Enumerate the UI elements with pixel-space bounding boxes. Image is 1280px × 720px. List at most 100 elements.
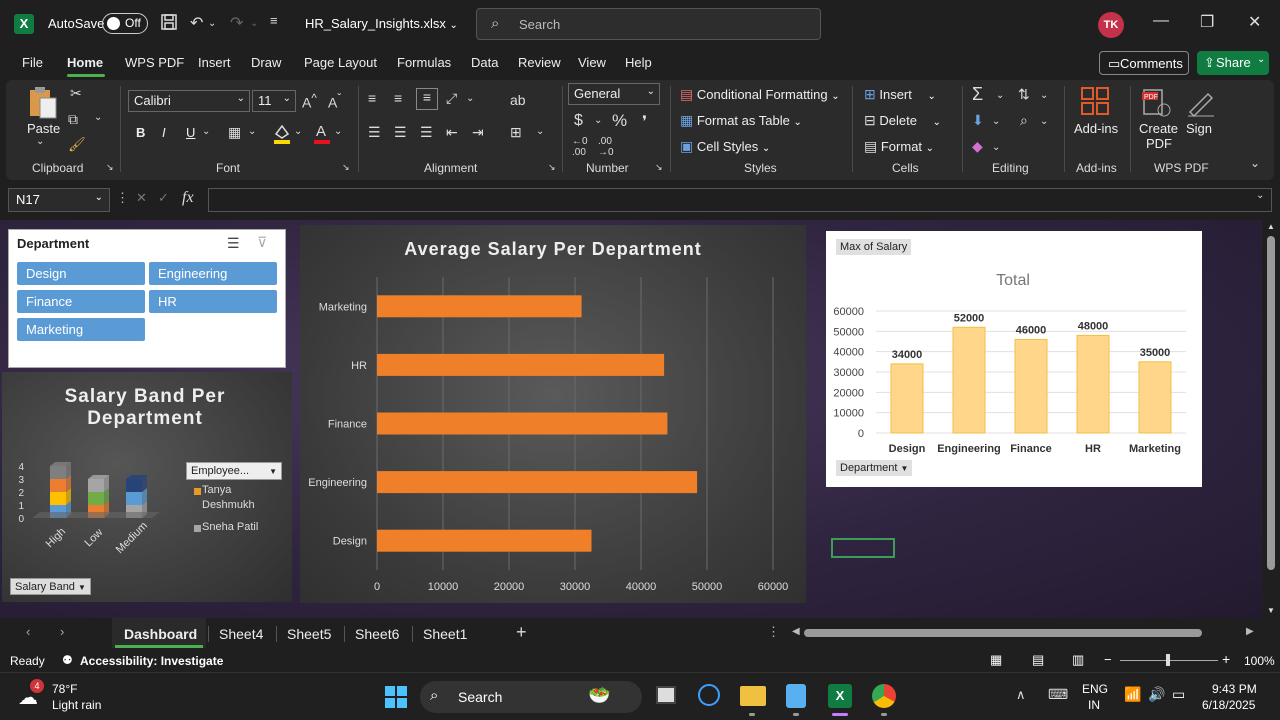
zoom-slider-thumb[interactable] [1166, 654, 1170, 666]
chrome-icon[interactable] [872, 684, 896, 708]
zoom-in-icon[interactable]: + [1222, 651, 1230, 667]
paste-dropdown-icon[interactable]: ⌄ [36, 136, 44, 147]
max-salary-chart[interactable]: Max of Salary Total 0 10000 20000 30000 40000… [826, 231, 1202, 487]
salary-band-field-button[interactable]: Salary Band ▼ [10, 578, 91, 595]
expand-formula-icon[interactable]: ⌄ [1256, 190, 1264, 201]
comma-style-icon[interactable]: ❜ [642, 112, 647, 132]
restore-icon[interactable]: ❐ [1200, 12, 1214, 32]
tab-dashboard[interactable]: Dashboard [124, 626, 197, 642]
copy-icon[interactable]: ⧉ [68, 111, 78, 128]
font-name-dropdown[interactable]: Calibri ⌄ [128, 90, 250, 112]
format-as-table-button[interactable]: ▦ Format as Table ⌄ [680, 112, 802, 129]
clear-dropdown-icon[interactable]: ⌄ [992, 142, 1000, 153]
slicer-item-marketing[interactable]: Marketing [17, 318, 145, 341]
underline-dropdown-icon[interactable]: ⌄ [202, 126, 210, 137]
decrease-font-icon[interactable]: Aˇ [328, 92, 341, 111]
average-salary-chart[interactable]: Average Salary Per Department 0 10000 20000… [300, 225, 806, 603]
menu-file[interactable]: File [22, 55, 43, 70]
menu-insert[interactable]: Insert [198, 55, 231, 70]
language-region[interactable]: IN [1088, 698, 1100, 712]
menu-help[interactable]: Help [625, 55, 652, 70]
customize-toolbar-icon[interactable]: ≡ [270, 13, 278, 28]
scroll-left-icon[interactable]: ◀ [792, 626, 800, 637]
conditional-formatting-button[interactable]: ▤ Conditional Formatting ⌄ [680, 86, 840, 103]
paste-icon[interactable] [26, 86, 60, 122]
scroll-thumb[interactable] [1267, 236, 1275, 570]
autosum-dropdown-icon[interactable]: ⌄ [996, 90, 1004, 101]
currency-icon[interactable]: $ [574, 112, 583, 130]
fill-color-dropdown-icon[interactable]: ⌄ [294, 126, 302, 137]
menu-draw[interactable]: Draw [251, 55, 281, 70]
slicer-item-finance[interactable]: Finance [17, 290, 145, 313]
wifi-icon[interactable]: 📶 [1124, 686, 1141, 703]
font-color-icon[interactable]: A [312, 122, 332, 147]
multi-select-icon[interactable]: ☰ [227, 235, 240, 252]
autosave-toggle[interactable]: Off [102, 13, 148, 34]
format-painter-icon[interactable]: 🖌 [68, 136, 86, 153]
find-dropdown-icon[interactable]: ⌄ [1040, 116, 1048, 127]
slicer-item-hr[interactable]: HR [149, 290, 277, 313]
tab-sheet4[interactable]: Sheet4 [219, 626, 263, 642]
insert-function-icon[interactable]: fx [182, 189, 194, 207]
autosum-icon[interactable]: Σ [972, 84, 983, 105]
fill-color-icon[interactable] [272, 122, 292, 147]
cell-styles-button[interactable]: ▣ Cell Styles ⌄ [680, 138, 770, 155]
prev-sheet-icon[interactable]: ‹ [26, 624, 30, 639]
merge-center-icon[interactable]: ⊞ [510, 124, 522, 141]
tab-sheet1[interactable]: Sheet1 [423, 626, 467, 642]
tray-expand-icon[interactable]: ∧ [1016, 687, 1026, 703]
bold-button[interactable]: B [136, 125, 145, 140]
align-top-icon[interactable]: ≡ [368, 90, 376, 106]
menu-data[interactable]: Data [471, 55, 498, 70]
vertical-scrollbar[interactable]: ▲ ▼ [1262, 220, 1280, 618]
merge-dropdown-icon[interactable]: ⌄ [536, 126, 544, 137]
dialog-launcher-icon[interactable]: ↘ [655, 162, 663, 173]
undo-dropdown-icon[interactable]: ⌄ [208, 18, 216, 29]
volume-icon[interactable]: 🔊 [1148, 686, 1165, 703]
next-sheet-icon[interactable]: › [60, 624, 64, 639]
menu-formulas[interactable]: Formulas [397, 55, 451, 70]
dialog-launcher-icon[interactable]: ↘ [342, 162, 350, 173]
number-format-dropdown[interactable]: General ⌄ [568, 83, 660, 105]
page-break-icon[interactable]: ▥ [1072, 652, 1084, 668]
accessibility-status[interactable]: Accessibility: Investigate [80, 654, 223, 668]
cut-icon[interactable]: ✂ [70, 85, 82, 102]
menu-view[interactable]: View [578, 55, 606, 70]
clear-filter-icon[interactable]: ⊽ [257, 234, 267, 251]
fill-dropdown-icon[interactable]: ⌄ [992, 116, 1000, 127]
windows-start-icon[interactable] [384, 685, 408, 712]
salary-band-chart[interactable]: Salary Band Per Department 0 1 2 3 4 High Low Me… [2, 372, 292, 602]
add-ins-icon[interactable] [1080, 86, 1110, 119]
sign-label[interactable]: Sign [1186, 121, 1212, 136]
sort-dropdown-icon[interactable]: ⌄ [1040, 90, 1048, 101]
font-size-dropdown[interactable]: 11 ⌄ [252, 90, 296, 112]
delete-cells-button[interactable]: ⊟ Delete ⌄ [864, 112, 941, 129]
copy-dropdown-icon[interactable]: ⌄ [94, 112, 102, 123]
clear-icon[interactable]: ◆ [972, 138, 983, 155]
borders-icon[interactable]: ▦ [228, 124, 241, 141]
more-options-icon[interactable]: ⋮ [116, 190, 129, 206]
keyboard-icon[interactable]: ⌨ [1048, 686, 1068, 703]
formula-input[interactable] [208, 188, 1272, 212]
clock-date[interactable]: 6/18/2025 [1202, 698, 1255, 712]
employee-filter-button[interactable]: Employee... ▼ [186, 462, 282, 480]
orientation-icon[interactable]: ⤢ [446, 90, 457, 107]
menu-home[interactable]: Home [67, 55, 103, 70]
italic-button[interactable]: I [162, 125, 166, 140]
avatar[interactable]: TK [1098, 12, 1124, 38]
department-field-button[interactable]: Department ▼ [836, 460, 913, 476]
format-cells-button[interactable]: ▤ Format ⌄ [864, 138, 934, 155]
page-layout-icon[interactable]: ▤ [1032, 652, 1044, 668]
currency-dropdown-icon[interactable]: ⌄ [594, 115, 602, 126]
clock-time[interactable]: 9:43 PM [1212, 682, 1257, 696]
close-icon[interactable]: ✕ [1248, 12, 1261, 32]
zoom-out-icon[interactable]: − [1104, 652, 1112, 667]
normal-view-icon[interactable]: ▦ [990, 652, 1002, 668]
menu-page-layout[interactable]: Page Layout [304, 55, 377, 70]
file-name[interactable]: HR_Salary_Insights.xlsx ⌄ [305, 16, 458, 31]
percent-icon[interactable]: % [612, 111, 627, 131]
insert-cells-button[interactable]: ⊞ Insert ⌄ [864, 86, 936, 103]
tab-options-icon[interactable]: ⋮ [767, 624, 780, 640]
redo-icon[interactable]: ↷ [230, 13, 243, 33]
language-indicator[interactable]: ENG [1082, 682, 1108, 696]
